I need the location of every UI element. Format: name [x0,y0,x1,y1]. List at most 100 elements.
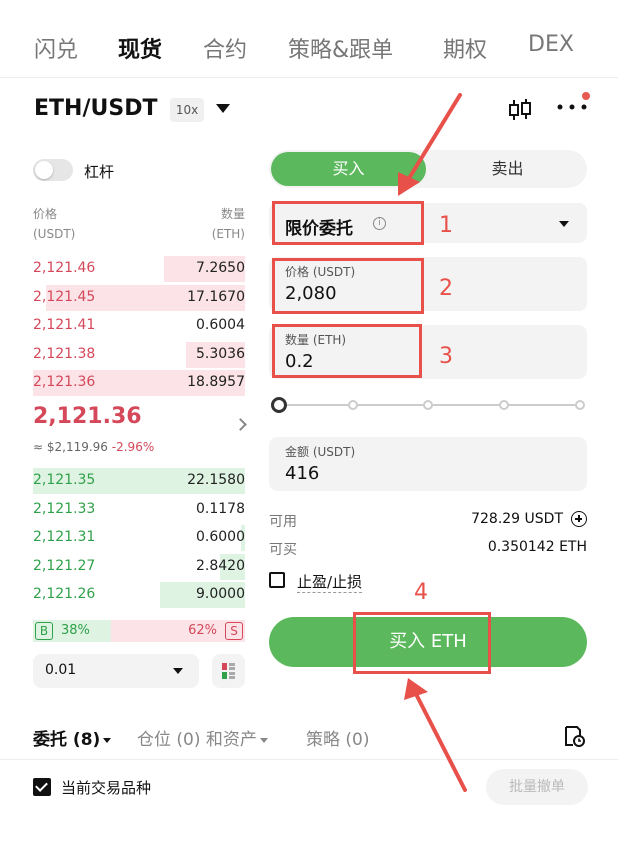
ask-row[interactable]: 2,121.46 7.2650 [33,256,245,282]
orderbook-layout-icon[interactable] [212,654,245,688]
tab-futures[interactable]: 合约 [203,32,247,64]
tab-swap[interactable]: 闪兑 [34,32,78,64]
ask-price: 2,121.45 [33,288,96,305]
chevron-down-icon [559,221,569,227]
tpsl-checkbox[interactable]: 止盈/止损 [269,570,469,593]
slider-stop-100[interactable] [575,400,585,410]
annotation-number-2: 2 [439,276,453,301]
bid-row[interactable]: 2,121.27 2.8420 [33,553,245,580]
bid-price: 2,121.35 [33,472,96,488]
ask-quantity: 17.1670 [187,288,245,305]
price-header: 价格 [33,207,58,221]
buy-ratio: 38% [61,623,90,638]
notification-dot [582,92,590,100]
buy-sell-toggle: 买入 卖出 [269,150,587,188]
bid-quantity: 0.1178 [196,500,245,517]
bid-price: 2,121.31 [33,529,96,545]
ask-price: 2,121.36 [33,374,96,390]
ask-quantity: 5.3036 [196,345,245,362]
tab-positions-assets[interactable]: 仓位 (0) 和资产 [137,725,268,750]
bid-row[interactable]: 2,121.33 0.1178 [33,497,245,523]
available-row: 可用 728.29 USDT [269,511,587,530]
sell-ratio: 62% [188,623,217,638]
chevron-right-icon[interactable] [234,418,247,431]
bid-quantity: 0.6000 [196,529,245,545]
bid-quantity: 22.1580 [187,472,245,488]
top-tabs: 闪兑 现货 合约 策略&跟单 期权 DEX [0,0,618,78]
batch-cancel-button[interactable]: 批量撤单 [486,769,588,805]
order-history-icon[interactable] [562,724,586,748]
can-buy-row: 可买 0.350142 ETH [269,539,587,558]
bottom-tabs: 委托 (8) 仓位 (0) 和资产 策略 (0) [0,720,618,760]
slider-stop-50[interactable] [423,400,433,410]
ask-price: 2,121.46 [33,260,96,276]
tab-dex[interactable]: DEX [528,32,574,57]
tab-options[interactable]: 期权 [443,32,487,64]
ask-quantity: 0.6004 [196,317,245,333]
slider-stop-75[interactable] [499,400,509,410]
buy-tab[interactable]: 买入 [271,152,426,186]
price-unit: (USDT) [33,227,76,241]
leverage-badge: 10x [170,98,204,122]
qty-unit: (ETH) [211,227,245,241]
pair-selector[interactable]: ETH/USDT [34,96,157,121]
tpsl-label: 止盈/止损 [297,573,363,593]
buy-badge: B [35,622,53,640]
amount-value[interactable]: 416 [285,463,319,484]
caret-down-icon [103,737,112,743]
tab-strategy-copy[interactable]: 策略&跟单 [288,32,393,64]
chevron-down-icon[interactable] [216,104,230,113]
ask-quantity: 7.2650 [196,260,245,276]
ask-row[interactable]: 2,121.38 5.3036 [33,341,245,368]
tab-positions-label: 仓位 (0) 和资产 [137,730,257,750]
can-buy-label: 可买 [269,542,297,558]
toggle-knob [35,161,53,179]
buy-sell-ratio: B 38% 62% S [33,620,245,642]
bid-price: 2,121.27 [33,557,96,574]
annotation-box-price [272,258,424,314]
annotation-number-4: 4 [414,580,428,605]
depth-precision-value: 0.01 [45,662,77,678]
bid-price: 2,121.33 [33,500,96,517]
amount-input[interactable]: 金额 (USDT) 416 [269,437,587,491]
annotation-box-buy-button [353,612,491,674]
depth-precision-select[interactable]: 0.01 [33,654,199,688]
ask-row[interactable]: 2,121.45 17.1670 [33,284,245,311]
bid-quantity: 9.0000 [196,586,245,602]
caret-down-icon [259,737,268,743]
last-price[interactable]: 2,121.36 [33,404,142,429]
bid-row[interactable]: 2,121.31 0.6000 [33,525,245,551]
margin-toggle[interactable] [33,159,73,181]
current-pair-checkbox[interactable]: 当前交易品种 [33,776,283,798]
current-pair-label: 当前交易品种 [61,779,152,797]
annotation-number-3: 3 [439,344,453,369]
tab-strategy-orders[interactable]: 策略 (0) [306,725,369,750]
tab-open-orders[interactable]: 委托 (8) [33,725,112,750]
add-funds-icon[interactable] [571,511,587,527]
checkbox-checked-icon[interactable] [33,778,51,796]
ask-row[interactable]: 2,121.36 18.8957 [33,370,245,396]
margin-toggle-label: 杠杆 [84,163,115,181]
sell-tab[interactable]: 卖出 [430,152,585,186]
quantity-slider[interactable] [271,396,585,414]
slider-stop-25[interactable] [348,400,358,410]
bid-row[interactable]: 2,121.35 22.1580 [33,468,245,494]
annotation-box-quantity [272,324,422,378]
tab-open-orders-label: 委托 (8) [33,730,101,750]
ask-price: 2,121.38 [33,345,96,362]
qty-header: 数量 [220,207,245,221]
annotation-box-order-type [272,201,424,245]
usd-price: ≈ $2,119.96 -2.96% [33,440,154,454]
slider-thumb[interactable] [271,397,287,413]
tab-spot[interactable]: 现货 [118,32,162,64]
ask-quantity: 18.8957 [187,374,245,390]
ask-row[interactable]: 2,121.41 0.6004 [33,313,245,339]
bid-row[interactable]: 2,121.26 9.0000 [33,582,245,608]
candlestick-chart-icon[interactable] [506,96,534,124]
can-buy-value: 0.350142 ETH [487,539,587,555]
checkbox-icon[interactable] [269,572,285,588]
bid-quantity: 2.8420 [196,557,245,574]
ask-price: 2,121.41 [33,317,96,333]
available-value: 728.29 USDT [471,511,563,527]
more-icon[interactable] [556,102,588,112]
